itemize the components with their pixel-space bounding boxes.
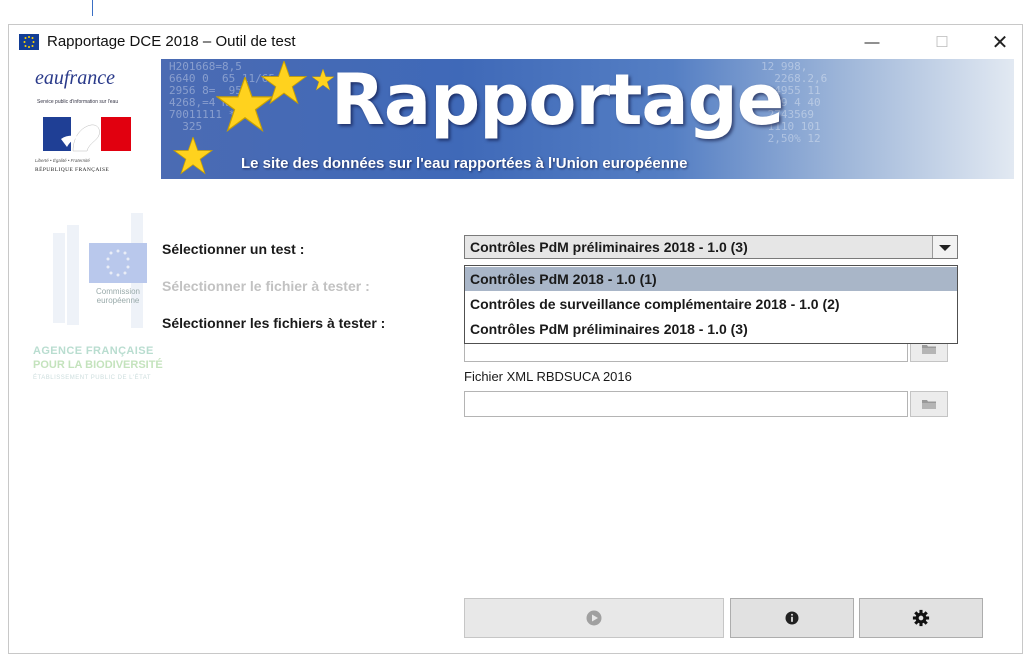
window-title: Rapportage DCE 2018 – Outil de test — [47, 33, 296, 50]
chevron-down-icon — [939, 245, 951, 251]
republique-francaise-text: RÉPUBLIQUE FRANÇAISE — [35, 167, 110, 173]
maximize-icon: ☐ — [935, 34, 949, 51]
close-button[interactable]: ✕ — [977, 25, 1023, 59]
folder-icon — [922, 400, 936, 409]
test-select-value: Contrôles PdM préliminaires 2018 - 1.0 (… — [470, 239, 748, 255]
folder-icon — [922, 345, 936, 354]
star-icon — [173, 137, 213, 175]
dropdown-option[interactable]: Contrôles PdM préliminaires 2018 - 1.0 (… — [465, 317, 957, 341]
banner-subtitle: Le site des données sur l'eau rapportées… — [241, 155, 688, 172]
star-icon — [261, 61, 307, 105]
close-icon: ✕ — [991, 31, 1009, 54]
test-select[interactable]: Contrôles PdM préliminaires 2018 - 1.0 (… — [464, 235, 958, 259]
desktop-edge-line — [92, 0, 93, 16]
banner-title: Rapportage — [331, 59, 784, 141]
afb-logo-line1: AGENCE FRANÇAISE — [33, 345, 154, 357]
file-input-2-label: Fichier XML RBDSUCA 2016 — [464, 369, 632, 384]
info-circle-icon — [785, 611, 799, 625]
eaufrance-logo: eaufrance — [35, 67, 115, 89]
dropdown-toggle[interactable] — [932, 236, 957, 258]
eu-flag-app-icon — [19, 34, 39, 50]
settings-button[interactable] — [859, 598, 983, 638]
eaufrance-tagline: Service public d'information sur l'eau — [37, 99, 119, 105]
play-circle-icon — [586, 610, 602, 626]
minimize-button[interactable]: — — [849, 25, 895, 59]
afb-logo-line3: ÉTABLISSEMENT PUBLIC DE L'ÉTAT — [33, 375, 152, 381]
afb-logo-line2: POUR LA BIODIVERSITÉ — [33, 359, 163, 371]
gear-icon — [912, 609, 930, 627]
eu-flag-logo — [89, 243, 147, 283]
select-files-label: Sélectionner les fichiers à tester : — [162, 315, 386, 331]
select-test-label: Sélectionner un test : — [162, 241, 305, 257]
marianne-logo — [43, 115, 131, 153]
eaufrance-logo-block: eaufrance Service public d'information s… — [31, 55, 159, 185]
commission-label: Commission européenne — [95, 287, 140, 305]
title-bar[interactable]: Rapportage DCE 2018 – Outil de test — ☐ … — [9, 25, 1022, 59]
browse-button-2[interactable] — [910, 391, 948, 417]
info-button[interactable] — [730, 598, 854, 638]
app-window: Rapportage DCE 2018 – Outil de test — ☐ … — [8, 24, 1023, 654]
dropdown-option[interactable]: Contrôles de surveillance complémentaire… — [465, 292, 957, 316]
minimize-icon: — — [864, 33, 880, 51]
file-input-2[interactable] — [464, 391, 908, 417]
select-file-label: Sélectionner le fichier à tester : — [162, 278, 370, 294]
rapportage-banner: H201668=8,5 6640 0 65 11/65 2956 8= 954 … — [161, 59, 1014, 179]
run-test-button[interactable] — [464, 598, 724, 638]
dropdown-option[interactable]: Contrôles PdM 2018 - 1.0 (1) — [465, 267, 957, 291]
maximize-button[interactable]: ☐ — [919, 25, 965, 59]
test-dropdown-list: Contrôles PdM 2018 - 1.0 (1) Contrôles d… — [464, 265, 958, 344]
republique-devise: Liberté • Égalité • Fraternité — [35, 158, 90, 163]
